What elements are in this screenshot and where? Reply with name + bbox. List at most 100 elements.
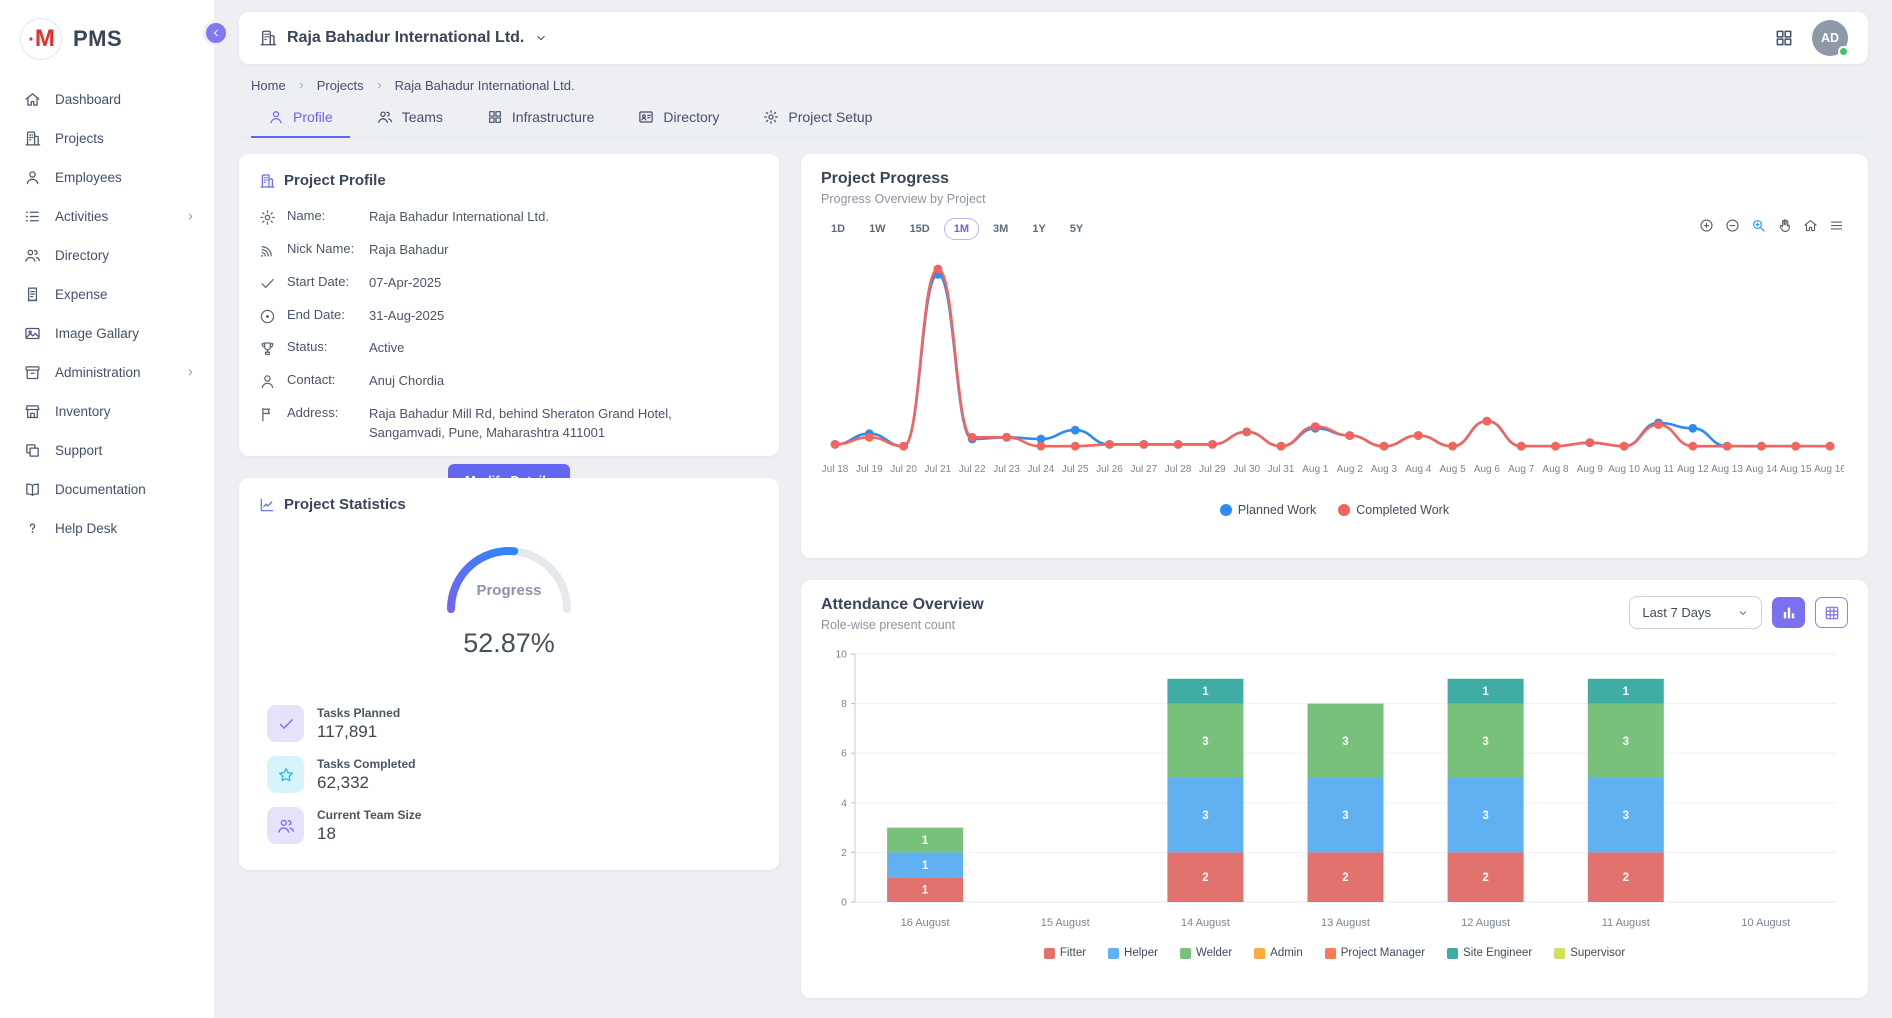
legend-project-manager[interactable]: Project Manager — [1325, 947, 1425, 959]
svg-text:Jul 23: Jul 23 — [993, 464, 1020, 475]
svg-text:Aug 5: Aug 5 — [1440, 464, 1467, 475]
sidebar-item-directory[interactable]: Directory — [0, 236, 214, 275]
legend-completed-work[interactable]: Completed Work — [1338, 503, 1449, 517]
legend-helper[interactable]: Helper — [1108, 947, 1158, 959]
chevron-down-icon — [1737, 607, 1749, 619]
range-5y-button[interactable]: 5Y — [1060, 218, 1093, 240]
sidebar-item-label: Support — [55, 443, 102, 458]
svg-text:3: 3 — [1482, 810, 1488, 822]
svg-text:1: 1 — [1623, 686, 1630, 698]
sidebar-item-dashboard[interactable]: Dashboard — [0, 80, 214, 119]
reset-home-icon[interactable] — [1803, 218, 1818, 233]
range-15d-button[interactable]: 15D — [900, 218, 940, 240]
tab-label: Teams — [402, 109, 443, 125]
stat-label: Tasks Completed — [317, 757, 415, 771]
attendance-chart-legend: Fitter Helper Welder Admin Project Manager Si… — [821, 947, 1848, 959]
sidebar-item-documentation[interactable]: Documentation — [0, 470, 214, 509]
svg-text:1: 1 — [922, 835, 929, 847]
tab-project-setup[interactable]: Project Setup — [746, 99, 889, 138]
progress-chart-subtitle: Progress Overview by Project — [821, 192, 1848, 206]
sidebar-item-activities[interactable]: Activities — [0, 197, 214, 236]
legend-planned-work[interactable]: Planned Work — [1220, 503, 1316, 517]
company-selector[interactable]: Raja Bahadur International Ltd. — [259, 29, 548, 47]
svg-text:Aug 7: Aug 7 — [1508, 464, 1535, 475]
range-1y-button[interactable]: 1Y — [1022, 218, 1055, 240]
chevron-right-icon — [185, 211, 196, 222]
svg-text:2: 2 — [1342, 872, 1348, 884]
sidebar-item-label: Projects — [55, 131, 104, 146]
sidebar-item-projects[interactable]: Projects — [0, 119, 214, 158]
breadcrumb-projects[interactable]: Projects — [317, 78, 364, 93]
person-icon — [268, 109, 284, 125]
svg-text:Jul 31: Jul 31 — [1268, 464, 1295, 475]
sidebar-item-image-gallary[interactable]: Image Gallary — [0, 314, 214, 353]
sidebar-item-help-desk[interactable]: Help Desk — [0, 509, 214, 548]
svg-text:Aug 3: Aug 3 — [1371, 464, 1398, 475]
legend-swatch — [1554, 948, 1565, 959]
legend-welder[interactable]: Welder — [1180, 947, 1232, 959]
breadcrumb: HomeProjectsRaja Bahadur International L… — [251, 78, 1868, 93]
date-range-select[interactable]: Last 7 Days — [1629, 596, 1762, 629]
avatar[interactable]: AD — [1812, 20, 1848, 56]
chevron-down-icon — [534, 31, 548, 45]
bar-chart-view-button[interactable] — [1772, 597, 1805, 628]
legend-label: Completed Work — [1356, 503, 1449, 517]
sidebar-item-administration[interactable]: Administration — [0, 353, 214, 392]
legend-fitter[interactable]: Fitter — [1044, 947, 1086, 959]
sidebar-collapse-button[interactable] — [203, 20, 229, 46]
building-icon — [24, 130, 41, 147]
store-icon — [24, 403, 41, 420]
attendance-heading: Attendance Overview Role-wise present co… — [821, 596, 984, 632]
sidebar-item-expense[interactable]: Expense — [0, 275, 214, 314]
company-name: Raja Bahadur International Ltd. — [287, 29, 524, 47]
progress-chart-legend: Planned Work Completed Work — [821, 503, 1848, 517]
sidebar-item-label: Documentation — [55, 482, 146, 497]
legend-label: Admin — [1270, 947, 1303, 959]
profile-card-title: Project Profile — [284, 172, 386, 189]
legend-site-engineer[interactable]: Site Engineer — [1447, 947, 1532, 959]
logo[interactable]: M PMS — [0, 10, 214, 80]
profile-row-contact: Contact:Anuj Chordia — [259, 365, 759, 398]
selection-zoom-icon[interactable] — [1751, 218, 1766, 233]
svg-text:Aug 14: Aug 14 — [1746, 464, 1778, 475]
range-3m-button[interactable]: 3M — [983, 218, 1018, 240]
menu-icon[interactable] — [1829, 218, 1844, 233]
statistics-list: Tasks Planned117,891Tasks Completed62,33… — [259, 705, 759, 844]
tab-bar: Profile Teams Infrastructure Directory Proje… — [239, 99, 1868, 138]
table-view-button[interactable] — [1815, 597, 1848, 628]
svg-text:6: 6 — [841, 748, 847, 760]
zoom-out-icon[interactable] — [1725, 218, 1740, 233]
book-icon — [24, 481, 41, 498]
svg-text:13 August: 13 August — [1321, 917, 1370, 929]
svg-text:Jul 19: Jul 19 — [856, 464, 883, 475]
idcard-icon — [638, 109, 654, 125]
svg-text:3: 3 — [1623, 810, 1629, 822]
range-1m-button[interactable]: 1M — [944, 218, 979, 240]
tab-teams[interactable]: Teams — [360, 99, 460, 138]
progress-chart-title: Project Progress — [821, 170, 1848, 188]
legend-admin[interactable]: Admin — [1254, 947, 1303, 959]
list-icon — [24, 208, 41, 225]
avatar-initials: AD — [1821, 31, 1839, 45]
sidebar-item-support[interactable]: Support — [0, 431, 214, 470]
sidebar-item-employees[interactable]: Employees — [0, 158, 214, 197]
svg-text:0: 0 — [841, 897, 847, 909]
signal-icon — [259, 242, 276, 259]
legend-swatch — [1447, 948, 1458, 959]
tab-directory[interactable]: Directory — [621, 99, 736, 138]
zoom-in-icon[interactable] — [1699, 218, 1714, 233]
svg-text:Aug 6: Aug 6 — [1474, 464, 1501, 475]
profile-row-address: Address:Raja Bahadur Mill Rd, behind She… — [259, 398, 759, 450]
apps-grid-icon[interactable] — [1774, 28, 1794, 48]
range-1d-button[interactable]: 1D — [821, 218, 855, 240]
range-1w-button[interactable]: 1W — [859, 218, 896, 240]
pan-icon[interactable] — [1777, 218, 1792, 233]
legend-supervisor[interactable]: Supervisor — [1554, 947, 1625, 959]
breadcrumb-separator-icon — [374, 80, 385, 91]
breadcrumb-home[interactable]: Home — [251, 78, 286, 93]
tab-infrastructure[interactable]: Infrastructure — [470, 99, 611, 138]
app-root: M PMS Dashboard Projects EmployeesActiviti… — [0, 0, 1892, 1018]
sidebar-item-inventory[interactable]: Inventory — [0, 392, 214, 431]
tab-profile[interactable]: Profile — [251, 99, 350, 138]
progress-gauge-arc: Progress — [424, 527, 594, 619]
